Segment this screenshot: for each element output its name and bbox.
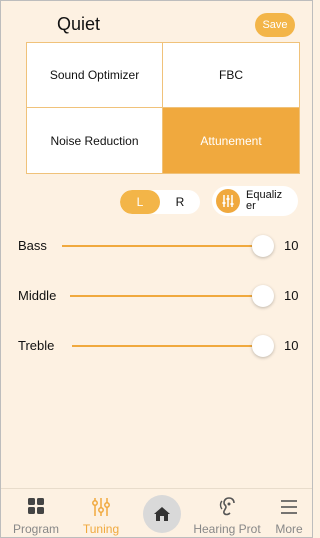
fbc-button[interactable]: FBC <box>163 43 299 108</box>
home-button[interactable] <box>143 495 181 533</box>
nav-program-label: Program <box>12 522 59 536</box>
program-grid-icon <box>28 498 44 514</box>
equalizer-icon <box>216 189 240 213</box>
middle-slider-track[interactable] <box>70 295 264 297</box>
nav-more-label: More <box>275 522 303 536</box>
program-title: Quiet <box>57 14 101 34</box>
bass-slider-track[interactable] <box>62 245 262 247</box>
ear-icon <box>219 497 235 516</box>
tuning-sliders-icon <box>92 498 110 516</box>
attunement-button[interactable]: Attunement <box>163 108 299 173</box>
bass-value: 10 <box>284 238 299 253</box>
right-ear-button[interactable]: R <box>160 190 200 214</box>
treble-label: Treble <box>18 338 55 353</box>
treble-slider-track[interactable] <box>72 345 262 347</box>
save-button[interactable]: Save <box>255 13 295 37</box>
nav-more[interactable]: More <box>269 497 309 536</box>
equalizer-button[interactable]: Equalizer <box>212 186 298 216</box>
bass-label: Bass <box>18 238 47 253</box>
nav-hearing[interactable]: Hearing Prot <box>189 497 265 536</box>
treble-value: 10 <box>284 338 299 353</box>
bass-slider-row: Bass 10 <box>0 234 313 258</box>
nav-program[interactable]: Program <box>11 497 61 536</box>
middle-value: 10 <box>284 288 299 303</box>
treble-slider-knob[interactable] <box>252 335 274 357</box>
nav-tuning-label: Tuning <box>82 522 120 536</box>
middle-slider-knob[interactable] <box>252 285 274 307</box>
nav-tuning[interactable]: Tuning <box>79 497 123 536</box>
treble-slider-row: Treble 10 <box>0 334 313 358</box>
home-icon <box>154 507 170 521</box>
bass-slider-knob[interactable] <box>252 235 274 257</box>
noise-reduction-button[interactable]: Noise Reduction <box>27 108 163 173</box>
left-ear-button[interactable]: L <box>120 190 160 214</box>
middle-slider-row: Middle 10 <box>0 284 313 308</box>
more-menu-icon <box>281 500 297 514</box>
nav-hearing-label: Hearing Prot <box>193 522 261 536</box>
ear-toggle: L R <box>120 190 200 214</box>
middle-label: Middle <box>18 288 57 303</box>
feature-grid: Sound Optimizer FBC Noise Reduction Attu… <box>26 42 300 174</box>
equalizer-label: Equalizer <box>246 189 283 212</box>
bottom-nav: Program Tuning Hearing Prot More <box>1 488 312 537</box>
sound-optimizer-button[interactable]: Sound Optimizer <box>27 43 163 108</box>
